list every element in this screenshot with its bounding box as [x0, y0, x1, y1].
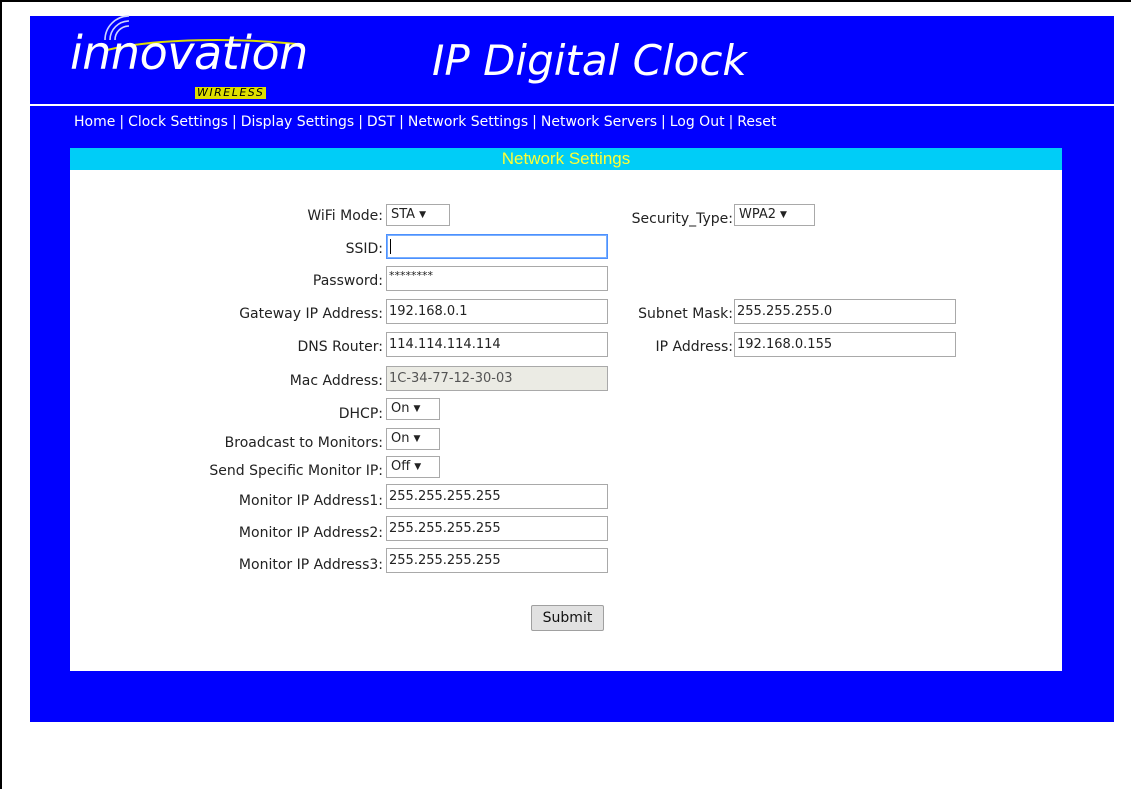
security-type-label: Security_Type:: [631, 211, 733, 227]
ssid-label: SSID:: [345, 241, 383, 257]
monitor-ip-2-label: Monitor IP Address2:: [238, 525, 383, 541]
dns-router-label: DNS Router:: [297, 339, 383, 355]
ip-address-label: IP Address:: [655, 339, 734, 355]
nav-separator: |: [231, 114, 237, 130]
send-specific-monitor-ip-label: Send Specific Monitor IP:: [209, 463, 383, 479]
send-specific-monitor-ip-select[interactable]: Off ▼: [386, 456, 440, 478]
nav-network-settings[interactable]: Network Settings: [408, 114, 528, 130]
main-nav: Home | Clock Settings | Display Settings | DST…: [74, 113, 776, 131]
nav-separator: |: [399, 114, 404, 130]
monitor-ip-2-input[interactable]: 255.255.255.255: [386, 516, 608, 541]
dropdown-arrow-icon: ▼: [413, 404, 421, 414]
broadcast-monitors-label: Broadcast to Monitors:: [224, 435, 383, 451]
nav-network-servers[interactable]: Network Servers: [541, 114, 657, 130]
dns-router-input[interactable]: 114.114.114.114: [386, 332, 608, 357]
mac-address-input: 1C-34-77-12-30-03: [386, 366, 608, 391]
nav-clock-settings[interactable]: Clock Settings: [128, 114, 228, 130]
nav-reset[interactable]: Reset: [737, 114, 776, 130]
nav-log-out[interactable]: Log Out: [670, 114, 725, 130]
dropdown-arrow-icon: ▼: [780, 210, 787, 220]
nav-dst[interactable]: DST: [367, 114, 395, 130]
dhcp-value: On: [391, 401, 410, 416]
password-input[interactable]: ********: [386, 266, 608, 291]
broadcast-monitors-select[interactable]: On ▼: [386, 428, 440, 450]
wifi-mode-label: WiFi Mode:: [307, 208, 383, 224]
dropdown-arrow-icon: ▼: [419, 210, 426, 220]
wifi-mode-value: STA: [391, 207, 416, 222]
text-caret: [390, 239, 391, 254]
monitor-ip-1-input[interactable]: 255.255.255.255: [386, 484, 608, 509]
monitor-ip-3-input[interactable]: 255.255.255.255: [386, 548, 608, 573]
dhcp-select[interactable]: On ▼: [386, 398, 440, 420]
mac-address-label: Mac Address:: [289, 373, 383, 389]
security-type-value: WPA2: [739, 207, 777, 222]
security-type-select[interactable]: WPA2 ▼: [734, 204, 815, 226]
ip-address-input[interactable]: 192.168.0.155: [734, 332, 956, 357]
monitor-ip-1-label: Monitor IP Address1:: [238, 493, 383, 509]
submit-button[interactable]: Submit: [531, 605, 604, 631]
window-border-top: [0, 0, 1131, 2]
gateway-ip-label: Gateway IP Address:: [239, 306, 383, 322]
subnet-mask-input[interactable]: 255.255.255.0: [734, 299, 956, 324]
settings-panel: Network Settings: [70, 148, 1062, 671]
dropdown-arrow-icon: ▼: [414, 462, 422, 472]
nav-separator: |: [661, 114, 666, 130]
nav-separator: |: [728, 114, 734, 130]
nav-separator: |: [532, 114, 537, 130]
header-divider: [30, 104, 1114, 106]
dhcp-label: DHCP:: [338, 406, 383, 422]
logo-wordmark: innovation: [70, 26, 308, 80]
password-label: Password:: [312, 273, 383, 289]
subnet-mask-label: Subnet Mask:: [638, 306, 733, 322]
nav-separator: |: [119, 114, 125, 130]
nav-home[interactable]: Home: [74, 114, 115, 130]
page-title: IP Digital Clock: [432, 36, 747, 85]
ssid-input[interactable]: [386, 234, 608, 259]
gateway-ip-input[interactable]: 192.168.0.1: [386, 299, 608, 324]
nav-separator: |: [358, 114, 363, 130]
window-border-left: [0, 0, 2, 789]
logo-subtext: WIRELESS: [195, 86, 267, 99]
panel-title: Network Settings: [70, 148, 1062, 170]
nav-display-settings[interactable]: Display Settings: [241, 114, 354, 130]
dropdown-arrow-icon: ▼: [413, 434, 421, 444]
wifi-mode-select[interactable]: STA ▼: [386, 204, 450, 226]
send-specific-monitor-ip-value: Off: [391, 459, 411, 474]
broadcast-monitors-value: On: [391, 431, 410, 446]
monitor-ip-3-label: Monitor IP Address3:: [238, 557, 383, 573]
